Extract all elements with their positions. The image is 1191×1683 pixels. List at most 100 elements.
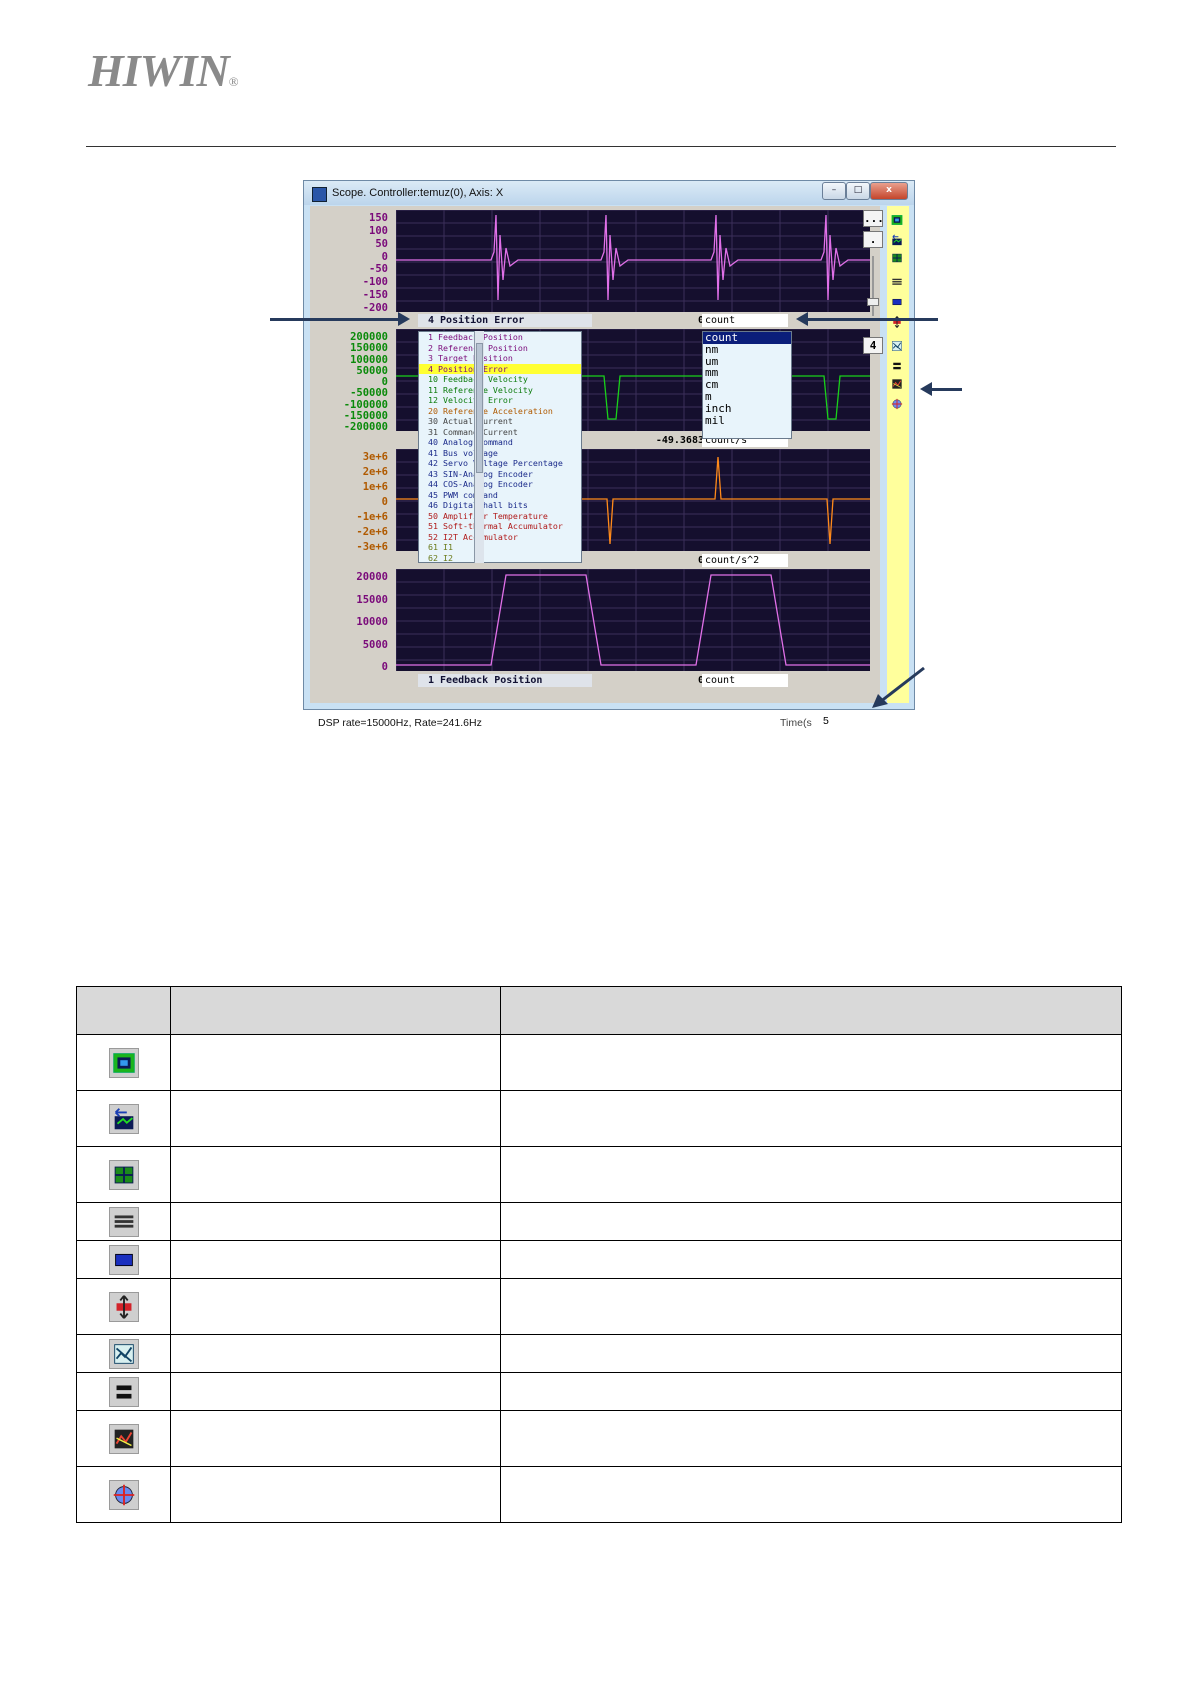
legend-icon-cell (76, 1410, 171, 1467)
brand-logo: HIWIN® (88, 45, 239, 96)
variable-option[interactable]: 45 PWM command (419, 490, 581, 501)
autoscale-icon[interactable] (890, 232, 904, 246)
legend-icon-cell (76, 1034, 171, 1091)
variable-option[interactable]: 20 Reference Acceleration (419, 406, 581, 417)
channel-4-plot[interactable] (396, 569, 870, 671)
minimize-button[interactable]: – (822, 182, 846, 200)
close-button[interactable]: x (870, 182, 908, 200)
axis-tick-label: -50000 (350, 387, 388, 400)
variable-dropdown-list[interactable]: 1 Feedback Position 2 Reference Position 3… (418, 331, 582, 563)
channel-1-unit-select[interactable]: count (702, 314, 788, 327)
unit-option[interactable]: nm (703, 343, 791, 356)
channel-2-value: -49.3683 (594, 434, 704, 447)
maximize-button[interactable]: □ (846, 182, 870, 200)
variable-option[interactable]: 2 Reference Position (419, 343, 581, 354)
unit-option[interactable]: mil (703, 414, 791, 427)
variable-option[interactable]: 11 Reference Velocity (419, 385, 581, 396)
legend-name-cell (170, 1240, 501, 1279)
scope-app-icon (312, 187, 327, 202)
variable-option[interactable]: 42 Servo Voltage Percentage (419, 458, 581, 469)
legend-row (76, 1034, 1122, 1091)
single-view-icon (108, 1244, 139, 1275)
channel-3-unit-select[interactable]: count/s^2 (702, 554, 788, 567)
axis-tick-label: -200 (362, 302, 388, 314)
unit-dropdown-list[interactable]: count nm um mm cm m inch mil (702, 331, 792, 439)
scope-client: 150 100 50 0 -50 -100 -150 -200 4 Position Erro… (310, 206, 884, 729)
variable-option[interactable]: 61 I1 (419, 542, 581, 553)
signal-analysis-icon[interactable] (890, 376, 904, 390)
unit-option[interactable]: m (703, 391, 791, 403)
scope-toolbar (887, 206, 909, 703)
axis-tick-label: -150000 (343, 409, 388, 422)
single-view-icon[interactable] (890, 294, 904, 308)
variable-option[interactable]: 40 Analog Command (419, 437, 581, 448)
channel-4-variable-select[interactable]: 1 Feedback Position (418, 674, 592, 687)
channel-4-value: 0 (594, 674, 704, 687)
stack-view-icon[interactable] (890, 274, 904, 288)
legend-description-cell (500, 1202, 1122, 1241)
axis-tick-label: -150 (362, 289, 388, 302)
variable-option[interactable]: 3 Target Position (419, 353, 581, 364)
split-channel-icon[interactable] (890, 358, 904, 372)
legend-row (76, 1466, 1122, 1523)
variable-option[interactable]: 46 Digital hall bits (419, 500, 581, 511)
legend-icon-cell (76, 1334, 171, 1373)
channel-4-unit-select[interactable]: count (702, 674, 788, 687)
quad-layout-icon[interactable] (890, 250, 904, 264)
variable-option[interactable]: 51 Soft-thermal Accumulator (419, 521, 581, 532)
zoom-vertical-icon[interactable] (890, 314, 904, 328)
variable-option[interactable]: 62 I2 (419, 553, 581, 564)
legend-name-cell (170, 1372, 501, 1411)
axis-tick-label: -2e+6 (356, 526, 388, 538)
channel-1-plot[interactable] (396, 210, 870, 312)
fit-window-icon (108, 1047, 139, 1078)
legend-icon-cell (76, 1466, 171, 1523)
channel-trace (396, 574, 870, 666)
legend-row (76, 1240, 1122, 1279)
more-button[interactable]: ... (863, 210, 884, 227)
scope-window: Scope. Controller:temuz(0), Axis: X – □ … (303, 180, 915, 729)
variable-option[interactable]: 1 Feedback Position (419, 332, 581, 343)
axis-tick-label: 100000 (350, 353, 388, 366)
legend-description-cell (500, 1146, 1122, 1203)
zoom-slider[interactable] (867, 256, 879, 316)
axis-tick-label: 150000 (350, 342, 388, 355)
channel-count-field[interactable]: 4 (863, 337, 883, 354)
variable-option[interactable]: 44 COS-Analog Encoder (419, 479, 581, 490)
fit-window-icon[interactable] (890, 212, 904, 226)
variable-option[interactable]: 31 Command Current (419, 427, 581, 438)
legend-name-cell (170, 1090, 501, 1147)
variable-option[interactable]: 43 SIN-Analog Encoder (419, 469, 581, 480)
unit-option[interactable]: cm (703, 379, 791, 391)
axis-tick-label: -50 (369, 263, 388, 276)
variable-option[interactable]: 4 Position Error (419, 363, 581, 374)
legend-header-row (76, 986, 1122, 1035)
legend-name-cell (170, 1034, 501, 1091)
crosshair-icon[interactable] (890, 396, 904, 410)
axis-tick-label: 1e+6 (362, 481, 388, 493)
quad-layout-icon (108, 1159, 139, 1190)
channel-1-variable-select[interactable]: 4 Position Error (418, 314, 592, 327)
variable-option[interactable]: 41 Bus voltage (419, 448, 581, 459)
variable-list-scrollbar[interactable] (474, 331, 484, 563)
axis-tick-label: 150 (369, 212, 388, 224)
axis-tick-label: 15000 (356, 593, 388, 606)
time-input[interactable]: 5 (820, 715, 880, 728)
axis-tick-label: 5000 (362, 638, 388, 651)
variable-option[interactable]: 50 Amplifier Temperature (419, 511, 581, 522)
unit-option[interactable]: inch (703, 402, 791, 415)
axis-tick-label: -100 (362, 276, 388, 289)
legend-description-cell (500, 1034, 1122, 1091)
title-bar: Scope. Controller:temuz(0), Axis: X – □ … (304, 181, 914, 205)
math-channel-icon[interactable] (890, 338, 904, 352)
axis-tick-label: 100 (369, 224, 388, 237)
variable-option[interactable]: 10 Feedback Velocity (419, 374, 581, 385)
variable-option[interactable]: 12 Velocity Error (419, 395, 581, 406)
axis-tick-label: 3e+6 (362, 451, 388, 463)
variable-option[interactable]: 52 I2T Accumulator (419, 532, 581, 543)
legend-icon-cell (76, 1202, 171, 1241)
dot-button[interactable]: . (863, 231, 883, 248)
variable-option[interactable]: 30 Actual Current (419, 416, 581, 427)
autoscale-icon (108, 1103, 139, 1134)
legend-description-cell (500, 1466, 1122, 1523)
